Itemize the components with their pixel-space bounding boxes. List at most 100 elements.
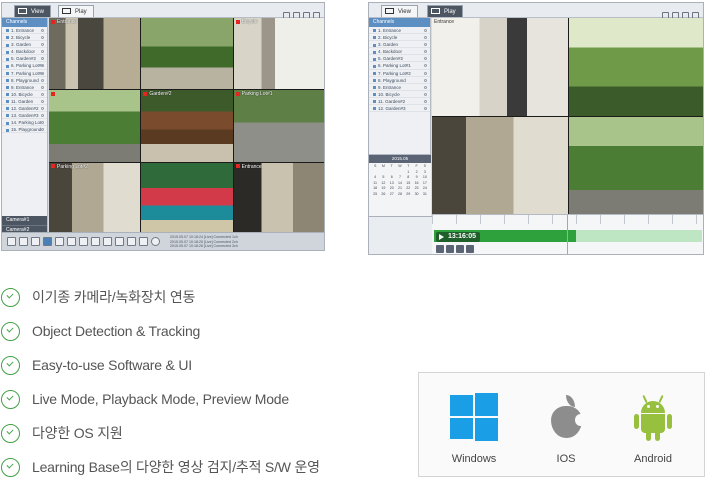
channel-item[interactable]: 12. Garden#3 xyxy=(369,105,430,113)
camera-icon xyxy=(6,36,9,40)
tab-play[interactable]: Play xyxy=(427,5,463,17)
camera-icon xyxy=(6,100,9,104)
fullscreen-button[interactable] xyxy=(139,237,148,246)
check-circle-icon xyxy=(1,287,20,307)
camera-tile[interactable]: Bicycle xyxy=(233,18,324,90)
calendar-days: S M T W T F S 1 2 3 4 5 6 7 8 9 10 11 12 13 14 15 16 17 18 19 20 21… xyxy=(369,163,431,199)
channel-label: 10. Bicycle xyxy=(11,91,33,97)
tab-play[interactable]: Play xyxy=(58,5,94,17)
timeline-cursor[interactable] xyxy=(567,215,568,254)
camera-icon xyxy=(6,71,9,75)
channels-header: Channels xyxy=(2,18,47,27)
platform-label: Android xyxy=(634,453,672,465)
calendar-day[interactable]: 29 xyxy=(404,192,412,198)
step-back-button[interactable] xyxy=(446,245,454,253)
layout-2x3-button[interactable] xyxy=(31,237,40,246)
stop-button[interactable] xyxy=(436,245,444,253)
camera-icon xyxy=(6,43,9,47)
calendar-day[interactable]: 27 xyxy=(388,192,396,198)
camera-tile[interactable] xyxy=(49,90,141,162)
channel-item[interactable]: 6. Parking Lot#1 xyxy=(369,62,430,70)
feature-item: Live Mode, Playback Mode, Preview Mode xyxy=(0,388,289,410)
layout-custom2-button[interactable] xyxy=(91,237,100,246)
camera-tile[interactable]: Entrance xyxy=(233,162,324,234)
channel-item[interactable]: 9. Entrance xyxy=(2,84,47,91)
channel-item[interactable]: 4. Backdoor xyxy=(2,48,47,56)
layout-custom5-button[interactable] xyxy=(127,237,136,246)
channel-item[interactable]: 1. Entrance xyxy=(2,27,47,35)
channel-item[interactable]: 7. Parking Lot#2 xyxy=(2,70,47,77)
live-video-grid: Entrance Bicycle Garden#2 Parking Lot#1 … xyxy=(49,18,324,234)
channel-item[interactable]: 8. Playground xyxy=(2,77,47,84)
camera-icon xyxy=(373,107,376,111)
step-forward-button[interactable] xyxy=(466,245,474,253)
record-status-icon xyxy=(41,29,44,32)
calendar-day[interactable]: 31 xyxy=(421,192,429,198)
camera-tile[interactable] xyxy=(568,116,703,214)
channel-item[interactable]: 13. Garden#3 xyxy=(2,112,47,120)
channel-item[interactable]: 9. Entrance xyxy=(369,84,430,91)
playback-timeline: 13:16:05 xyxy=(432,214,703,254)
calendar-day[interactable]: 30 xyxy=(412,192,420,198)
camera-group-1[interactable]: Camera#1 xyxy=(2,216,47,225)
channel-item[interactable]: 6. Parking Lot#1 xyxy=(2,62,47,70)
camera-icon xyxy=(6,29,9,33)
channel-item[interactable]: 3. Garden xyxy=(2,41,47,49)
layout-2x2-button[interactable] xyxy=(19,237,28,246)
camera-tile[interactable]: Entrance xyxy=(49,18,141,90)
layout-1x1-button[interactable] xyxy=(7,237,16,246)
camera-icon xyxy=(373,64,376,68)
channel-item[interactable]: 4. Backdoor xyxy=(369,48,430,56)
tab-view[interactable]: View xyxy=(381,5,418,17)
layout-3x3-button[interactable] xyxy=(43,237,52,246)
channel-item[interactable]: 5. Garden#2 xyxy=(2,55,47,63)
channel-item[interactable]: 10. Bicycle xyxy=(369,91,430,98)
channel-item[interactable]: 12. Garden#2 xyxy=(2,105,47,113)
channel-item[interactable]: 2. Bicycle xyxy=(2,34,47,42)
camera-tile[interactable]: Garden#2 xyxy=(141,90,233,162)
layout-5x5-button[interactable] xyxy=(67,237,76,246)
feature-item: Learning Base의 다양한 영상 검지/추적 S/W 운영 xyxy=(0,456,320,478)
layout-custom1-button[interactable] xyxy=(79,237,88,246)
play-button[interactable] xyxy=(456,245,464,253)
channel-label: 11. Garden#2 xyxy=(378,98,406,104)
channel-label: 13. Garden#3 xyxy=(11,113,39,119)
channel-item[interactable]: 14. Parking Lot xyxy=(2,119,47,127)
feature-item: 다양한 OS 지원 xyxy=(0,422,123,444)
channel-label: 3. Garden xyxy=(11,42,32,48)
record-dot-icon xyxy=(235,164,240,169)
channel-item[interactable]: 11. Garden#2 xyxy=(369,98,430,106)
camera-tile[interactable] xyxy=(141,18,233,90)
channel-item[interactable]: 15. Playground xyxy=(2,126,47,134)
layout-custom3-button[interactable] xyxy=(103,237,112,246)
channel-list: 1. Entrance 2. Bicycle 3. Garden 4. Backdoo… xyxy=(2,27,47,134)
check-circle-icon xyxy=(1,457,20,477)
channel-item[interactable]: 2. Bicycle xyxy=(369,34,430,42)
camera-tile[interactable]: Parking Lot#1 xyxy=(233,90,324,162)
record-status-icon xyxy=(424,92,427,96)
layout-4x4-button[interactable] xyxy=(55,237,64,246)
calendar-day[interactable]: 26 xyxy=(379,192,387,198)
channels-header: Channels xyxy=(369,18,430,27)
layout-custom4-button[interactable] xyxy=(115,237,124,246)
camera-tile[interactable]: Parking Lot#2 xyxy=(49,162,141,234)
camera-tile[interactable] xyxy=(568,18,703,116)
record-status-icon xyxy=(41,57,44,61)
camera-tile[interactable] xyxy=(432,116,568,214)
channel-item[interactable]: 8. Playground xyxy=(369,77,430,84)
playback-titlebar: View Play xyxy=(369,3,703,19)
camera-tile[interactable]: Entrance xyxy=(432,18,568,116)
channel-item[interactable]: 10. Bicycle xyxy=(2,91,47,98)
channel-item[interactable]: 3. Garden xyxy=(369,41,430,49)
calendar-day[interactable]: 28 xyxy=(396,192,404,198)
channel-label: 1. Entrance xyxy=(378,28,402,33)
channel-item[interactable]: 1. Entrance xyxy=(369,27,430,35)
channel-item[interactable]: 5. Garden#2 xyxy=(369,55,430,63)
tab-view[interactable]: View xyxy=(14,5,51,17)
channel-item[interactable]: 7. Parking Lot#2 xyxy=(369,70,430,77)
camera-tile[interactable] xyxy=(141,162,233,234)
sequence-button[interactable] xyxy=(151,237,160,246)
channel-item[interactable]: 11. Garden xyxy=(2,98,47,106)
channel-label: 6. Parking Lot#1 xyxy=(378,63,411,69)
calendar-day[interactable]: 25 xyxy=(371,192,379,198)
